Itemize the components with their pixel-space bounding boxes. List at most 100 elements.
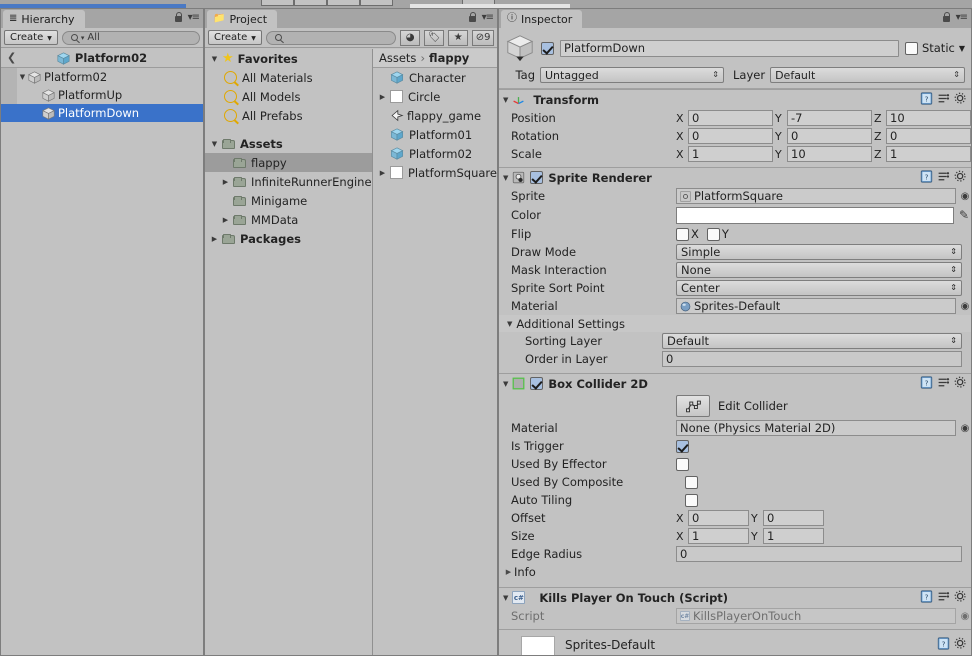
chevron-right-icon[interactable]: ▶ — [209, 235, 220, 243]
chevron-down-icon[interactable]: ▼ — [17, 73, 28, 81]
chevron-down-icon[interactable]: ▼ — [503, 380, 508, 388]
chevron-down-icon[interactable]: ▼ — [503, 174, 508, 182]
rotation-z-input[interactable]: 0 — [886, 128, 971, 144]
additional-settings-foldout[interactable]: ▼ Additional Settings — [499, 315, 971, 332]
sprite-renderer-header[interactable]: ▼ Sprite Renderer ? — [499, 168, 971, 187]
chevron-right-icon[interactable]: ▶ — [377, 169, 388, 177]
chevron-right-icon[interactable]: ▶ — [220, 216, 231, 224]
chevron-down-icon[interactable]: ▼ — [503, 96, 508, 104]
filter-by-label-icon[interactable]: 🏷 — [424, 29, 445, 46]
scale-z-input[interactable]: 1 — [886, 146, 971, 162]
is-trigger-checkbox[interactable] — [676, 439, 689, 453]
tag-dropdown[interactable]: Untagged ⇕ — [540, 67, 724, 83]
hierarchy-search-input[interactable]: ▾ All — [61, 30, 200, 45]
layer-dropdown[interactable]: Default ⇕ — [770, 67, 965, 83]
tab-project[interactable]: 📁 Project — [207, 10, 278, 28]
sr-material-object-field[interactable]: Sprites-Default — [676, 298, 956, 314]
file-row-platform02[interactable]: Platform02 — [373, 144, 497, 163]
sprite-picker-icon[interactable]: ◉ — [959, 191, 971, 202]
gear-icon[interactable] — [954, 92, 967, 105]
eyedropper-icon[interactable]: ✎ — [957, 208, 971, 222]
gear-icon[interactable] — [954, 590, 967, 603]
edge-radius-input[interactable]: 0 — [676, 546, 962, 562]
hierarchy-create-button[interactable]: Create ▼ — [4, 30, 58, 45]
script-header[interactable]: ▼ c# Kills Player On Touch (Script) ? — [499, 588, 971, 607]
box-collider-2d-header[interactable]: ▼ Box Collider 2D ? — [499, 374, 971, 393]
preset-icon[interactable] — [937, 376, 950, 389]
position-x-input[interactable]: 0 — [688, 110, 773, 126]
rotation-x-input[interactable]: 0 — [688, 128, 773, 144]
chevron-down-icon[interactable]: ▼ — [209, 55, 220, 63]
collider-material-object-field[interactable]: None (Physics Material 2D) — [676, 420, 956, 436]
breadcrumb-root[interactable]: Assets — [379, 51, 416, 65]
preset-icon[interactable] — [937, 92, 950, 105]
tab-inspector[interactable]: ⓘ Inspector — [501, 10, 583, 28]
file-row-circle[interactable]: ▶ Circle — [373, 87, 497, 106]
lock-icon[interactable] — [468, 12, 477, 23]
lock-icon[interactable] — [942, 12, 951, 23]
filter-favorites-icon[interactable]: ★ — [448, 29, 469, 46]
mask-interaction-dropdown[interactable]: None ⇕ — [676, 262, 962, 278]
edit-collider-button[interactable] — [676, 395, 710, 417]
project-tree-packages[interactable]: ▶ Packages — [205, 229, 372, 248]
hidden-packages-toggle[interactable]: ⊘ 9 — [472, 29, 494, 46]
position-y-input[interactable]: -7 — [787, 110, 872, 126]
auto-tiling-checkbox[interactable] — [685, 493, 698, 507]
chevron-right-icon[interactable]: ▶ — [220, 178, 231, 186]
hierarchy-row-platformup[interactable]: PlatformUp — [1, 86, 203, 104]
position-z-input[interactable]: 10 — [886, 110, 971, 126]
hierarchy-row-platformdown[interactable]: PlatformDown — [1, 104, 203, 122]
static-checkbox[interactable] — [904, 41, 918, 55]
gear-icon[interactable] — [954, 637, 967, 650]
size-x-input[interactable]: 1 — [688, 528, 749, 544]
project-tree-mmdata[interactable]: ▶ MMData — [205, 210, 372, 229]
color-swatch-field[interactable] — [676, 206, 954, 224]
project-create-button[interactable]: Create ▼ — [208, 30, 262, 45]
sprite-object-field[interactable]: PlatformSquare — [676, 188, 956, 204]
project-search-input[interactable] — [265, 30, 397, 45]
material-picker-icon[interactable]: ◉ — [959, 301, 971, 312]
file-row-flappy-game[interactable]: flappy_game — [373, 106, 497, 125]
static-toggle[interactable]: Static ▼ — [904, 41, 965, 55]
back-icon[interactable]: ❮ — [7, 51, 16, 64]
sorting-layer-dropdown[interactable]: Default ⇕ — [662, 333, 962, 349]
hierarchy-row-platform02[interactable]: ▼ Platform02 — [1, 68, 203, 86]
chevron-down-icon[interactable]: ▼ — [507, 320, 512, 328]
panel-menu-icon[interactable]: ▾≡ — [956, 12, 968, 23]
gameobject-enabled-checkbox[interactable] — [541, 41, 554, 55]
preset-icon[interactable] — [937, 170, 950, 183]
chevron-down-icon[interactable]: ▼ — [209, 140, 220, 148]
scale-y-input[interactable]: 10 — [787, 146, 872, 162]
project-tree-all-prefabs[interactable]: All Prefabs — [205, 106, 372, 125]
offset-x-input[interactable]: 0 — [688, 510, 749, 526]
box-collider-2d-enabled-checkbox[interactable] — [530, 377, 544, 390]
file-row-platform01[interactable]: Platform01 — [373, 125, 497, 144]
chevron-down-icon[interactable]: ▼ — [959, 44, 965, 53]
project-tree-infiniterunnerengine[interactable]: ▶ InfiniteRunnerEngine — [205, 172, 372, 191]
project-tree-minigame[interactable]: Minigame — [205, 191, 372, 210]
preset-icon[interactable] — [937, 590, 950, 603]
flip-x-checkbox[interactable] — [676, 227, 689, 241]
draw-mode-dropdown[interactable]: Simple ⇕ — [676, 244, 962, 260]
file-row-platformsquare[interactable]: ▶ PlatformSquare — [373, 163, 497, 182]
project-tree-all-materials[interactable]: All Materials — [205, 68, 372, 87]
tab-hierarchy[interactable]: ≣ Hierarchy — [3, 10, 85, 28]
project-tree-all-models[interactable]: All Models — [205, 87, 372, 106]
scale-x-input[interactable]: 1 — [688, 146, 773, 162]
transform-header[interactable]: ▼ Transform ? — [499, 90, 971, 109]
help-icon[interactable]: ? — [920, 376, 933, 389]
collider-info-foldout[interactable]: ▶ Info — [499, 563, 971, 581]
chevron-right-icon[interactable]: ▶ — [377, 93, 388, 101]
lock-icon[interactable] — [174, 12, 183, 23]
panel-menu-icon[interactable]: ▾≡ — [188, 12, 200, 23]
flip-y-checkbox[interactable] — [706, 227, 720, 241]
chevron-down-icon[interactable]: ▼ — [503, 594, 508, 602]
offset-y-input[interactable]: 0 — [763, 510, 824, 526]
gear-icon[interactable] — [954, 170, 967, 183]
used-by-effector-checkbox[interactable] — [676, 457, 689, 471]
used-by-composite-checkbox[interactable] — [685, 475, 698, 489]
filter-by-type-icon[interactable]: ◕ — [400, 29, 421, 46]
order-in-layer-input[interactable]: 0 — [662, 351, 962, 367]
size-y-input[interactable]: 1 — [763, 528, 824, 544]
sprite-renderer-enabled-checkbox[interactable] — [530, 171, 544, 184]
